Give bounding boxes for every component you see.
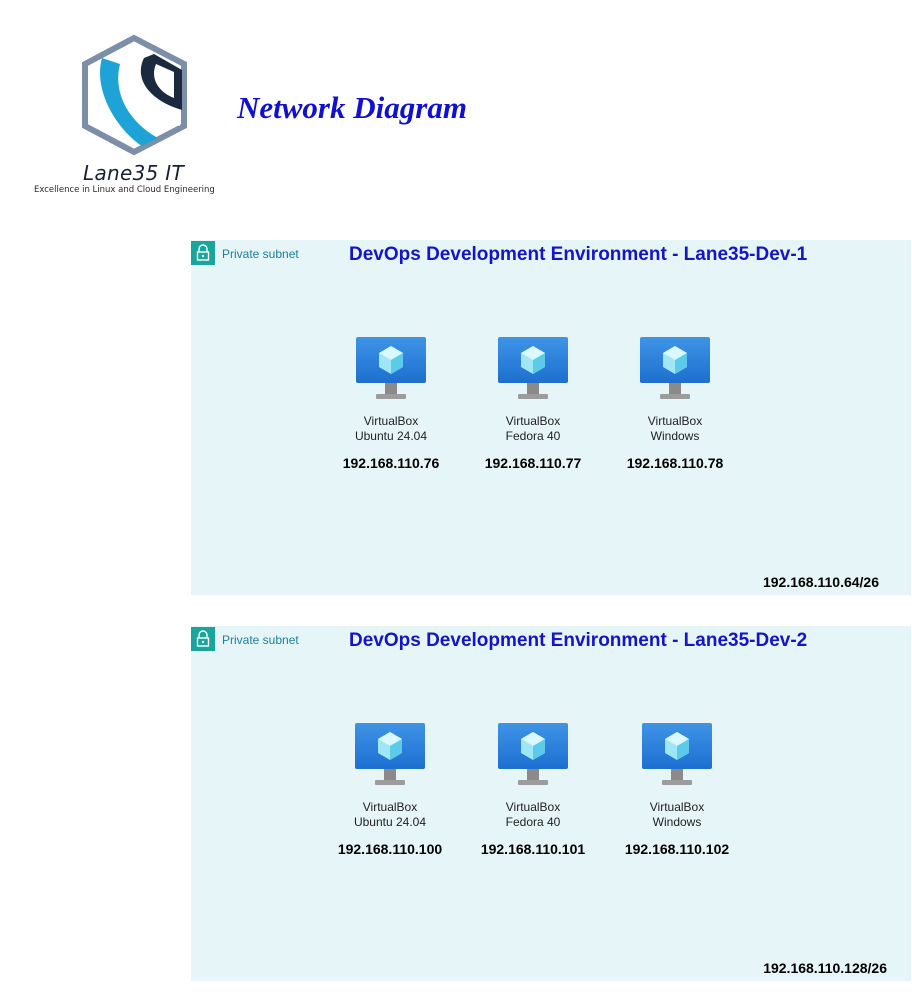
lane35-logo-icon	[82, 34, 187, 156]
vm-label-line2: Fedora 40	[505, 429, 561, 443]
vm-label: VirtualBox Windows	[602, 800, 752, 830]
vm-label-line1: VirtualBox	[363, 414, 419, 428]
vm-ubuntu: VirtualBox Ubuntu 24.04 192.168.110.100	[315, 723, 465, 857]
environment-title: DevOps Development Environment - Lane35-…	[349, 244, 808, 265]
vm-label: VirtualBox Ubuntu 24.04	[316, 414, 466, 444]
subnet-cidr: 192.168.110.64/26	[762, 574, 879, 590]
environment-title: DevOps Development Environment - Lane35-…	[349, 630, 808, 651]
vm-label-line2: Ubuntu 24.04	[354, 429, 428, 443]
virtual-machine-icon	[640, 337, 710, 401]
vm-label: VirtualBox Windows	[600, 414, 750, 444]
logo-tagline: Excellence in Linux and Cloud Engineerin…	[34, 185, 215, 195]
vm-label-line2: Windows	[652, 815, 702, 829]
virtual-machine-icon	[498, 723, 568, 787]
vm-label: VirtualBox Fedora 40	[458, 414, 608, 444]
vm-ip-address: 192.168.110.101	[480, 841, 586, 857]
virtual-machine-icon	[498, 337, 568, 401]
subnet-lane35-dev-2: Private subnet DevOps Development Enviro…	[191, 626, 911, 981]
lock-icon	[191, 241, 215, 265]
vm-ip-address: 192.168.110.78	[626, 455, 724, 471]
vm-label-line2: Fedora 40	[505, 815, 561, 829]
vm-fedora: VirtualBox Fedora 40 192.168.110.101	[458, 723, 608, 857]
company-logo: Lane35 IT Excellence in Linux and Cloud …	[30, 30, 240, 200]
page-title: Network Diagram	[237, 90, 467, 125]
virtual-machine-icon	[356, 337, 426, 401]
logo-name: Lane35 IT	[83, 161, 185, 185]
vm-label-line1: VirtualBox	[505, 414, 561, 428]
vm-label-line2: Windows	[650, 429, 700, 443]
subnet-label: Private subnet	[222, 247, 299, 261]
vm-label: VirtualBox Fedora 40	[458, 800, 608, 830]
vm-label-line1: VirtualBox	[649, 800, 705, 814]
vm-fedora: VirtualBox Fedora 40 192.168.110.77	[458, 337, 608, 471]
vm-windows: VirtualBox Windows 192.168.110.78	[600, 337, 750, 471]
subnet-label: Private subnet	[222, 633, 299, 647]
vm-ubuntu: VirtualBox Ubuntu 24.04 192.168.110.76	[316, 337, 466, 471]
vm-label: VirtualBox Ubuntu 24.04	[315, 800, 465, 830]
subnet-cidr: 192.168.110.128/26	[763, 960, 887, 976]
vm-label-line1: VirtualBox	[505, 800, 561, 814]
vm-label-line2: Ubuntu 24.04	[353, 815, 427, 829]
vm-label-line1: VirtualBox	[362, 800, 418, 814]
lock-icon	[191, 627, 215, 651]
vm-ip-address: 192.168.110.100	[337, 841, 443, 857]
virtual-machine-icon	[355, 723, 425, 787]
subnet-lane35-dev-1: Private subnet DevOps Development Enviro…	[191, 240, 911, 595]
vm-ip-address: 192.168.110.76	[342, 455, 440, 471]
vm-windows: VirtualBox Windows 192.168.110.102	[602, 723, 752, 857]
vm-ip-address: 192.168.110.77	[484, 455, 582, 471]
virtual-machine-icon	[642, 723, 712, 787]
vm-ip-address: 192.168.110.102	[624, 841, 730, 857]
vm-label-line1: VirtualBox	[647, 414, 703, 428]
